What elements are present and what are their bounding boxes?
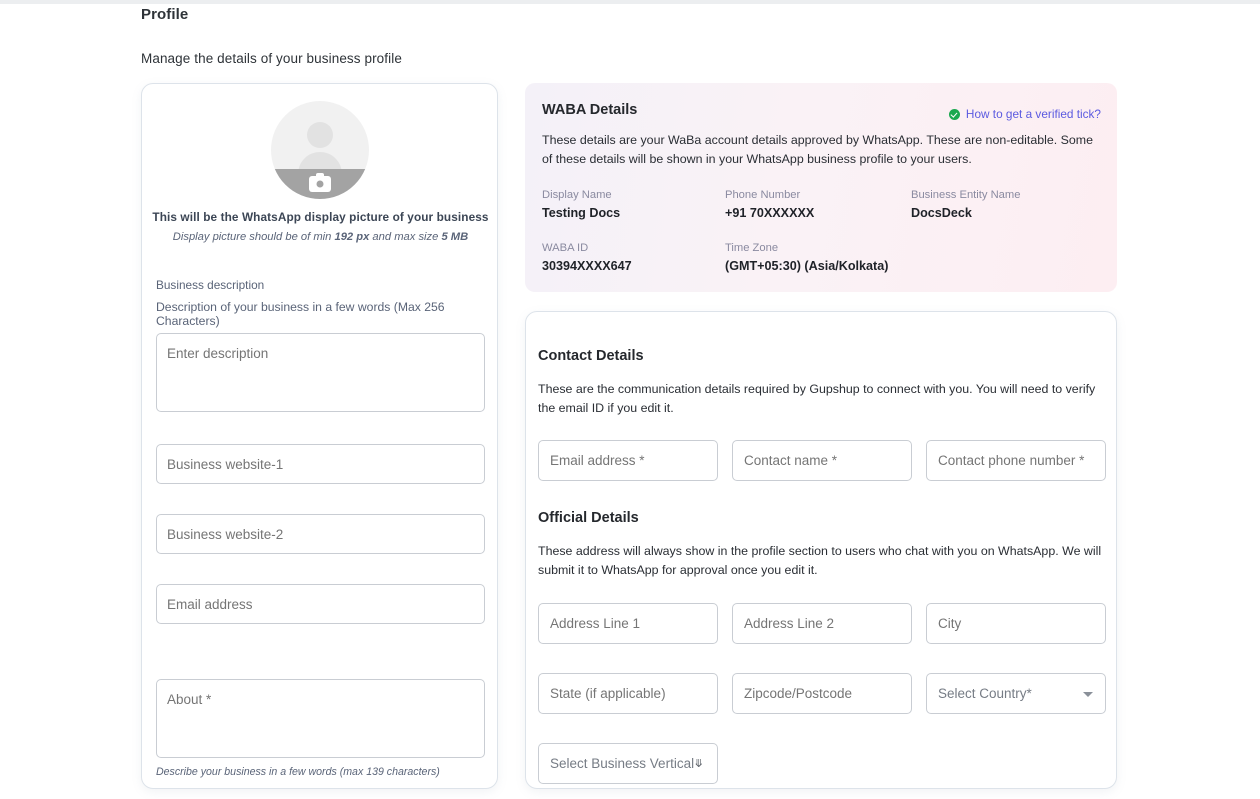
waba-details-description: These details are your WaBa account deta… (542, 133, 1094, 167)
address-line-1-input[interactable] (538, 603, 718, 644)
waba-details-panel: WABA Details How to get a verified tick?… (525, 83, 1117, 292)
waba-value-time-zone: (GMT+05:30) (Asia/Kolkata) (725, 259, 889, 273)
page-title: Profile (141, 6, 189, 23)
verified-tick-link[interactable]: How to get a verified tick? (948, 107, 1101, 121)
about-hint: Describe your business in a few words (m… (156, 766, 440, 778)
waba-value-display-name: Testing Docs (542, 206, 621, 220)
contact-details-title: Contact Details (538, 348, 644, 364)
state-input[interactable] (538, 673, 718, 714)
about-input[interactable] (156, 679, 485, 758)
business-vertical-select[interactable]: Select Business Vertical⤋ (538, 743, 718, 784)
avatar-upload-overlay[interactable] (270, 169, 369, 199)
business-description-label: Business description (156, 278, 265, 292)
contact-details-description: These are the communication details requ… (538, 382, 1096, 415)
avatar-hint-prefix: Display picture should be of min (172, 231, 335, 243)
waba-label-waba-id: WABA ID (542, 242, 589, 254)
waba-label-phone-number: Phone Number (725, 189, 801, 201)
page-subtitle: Manage the details of your business prof… (141, 51, 402, 66)
avatar-caption: This will be the WhatsApp display pictur… (152, 210, 489, 224)
profile-page: Profile Manage the details of your busin… (0, 0, 1260, 799)
business-website-1-input[interactable] (156, 444, 485, 484)
top-strip (0, 0, 1260, 4)
camera-icon (308, 173, 331, 192)
waba-field-business-entity-name: Business Entity Name DocsDeck (911, 189, 1020, 220)
avatar[interactable] (270, 101, 369, 199)
waba-value-phone-number: +91 70XXXXXX (725, 206, 815, 220)
avatar-hint-min: 192 px (334, 231, 370, 243)
green-check-badge-icon (948, 108, 960, 120)
address-line-2-input[interactable] (732, 603, 912, 644)
zipcode-input[interactable] (732, 673, 912, 714)
business-vertical-select-value: Select Business Vertical (550, 756, 695, 771)
business-description-sublabel: Description of your business in a few wo… (156, 300, 445, 328)
avatar-hint-max: 5 MB (441, 231, 469, 243)
contact-name-input[interactable] (732, 440, 912, 481)
business-email-input[interactable] (156, 584, 485, 624)
chevron-down-icon: ⤋ (694, 758, 704, 770)
contact-email-input[interactable] (538, 440, 718, 481)
waba-details-title: WABA Details (542, 102, 638, 118)
city-input[interactable] (926, 603, 1106, 644)
waba-label-business-entity-name: Business Entity Name (911, 189, 1021, 201)
country-select[interactable]: Select Country* (926, 673, 1106, 714)
person-avatar-icon (306, 122, 333, 148)
official-details-title: Official Details (538, 510, 639, 526)
waba-label-display-name: Display Name (542, 189, 612, 201)
waba-field-time-zone: Time Zone (GMT+05:30) (Asia/Kolkata) (725, 242, 888, 273)
avatar-upload[interactable] (270, 101, 369, 199)
contact-phone-number-input[interactable] (926, 440, 1106, 481)
avatar-size-hint: Display picture should be of min 192 px … (142, 231, 497, 243)
waba-label-time-zone: Time Zone (725, 242, 779, 254)
waba-value-waba-id: 30394XXXX647 (542, 259, 632, 273)
waba-field-display-name: Display Name Testing Docs (542, 189, 620, 220)
details-card: Contact Details These are the communicat… (525, 311, 1117, 789)
verified-tick-link-label: How to get a verified tick? (965, 107, 1101, 121)
avatar-hint-mid: and max size (369, 231, 442, 243)
business-description-input[interactable] (156, 333, 485, 412)
business-website-2-input[interactable] (156, 514, 485, 554)
waba-field-phone-number: Phone Number +91 70XXXXXX (725, 189, 814, 220)
chevron-down-icon (1083, 692, 1093, 697)
waba-field-waba-id: WABA ID 30394XXXX647 (542, 242, 632, 273)
profile-picture-card: This will be the WhatsApp display pictur… (141, 83, 498, 789)
official-details-description: These address will always show in the pr… (538, 544, 1102, 577)
waba-value-business-entity-name: DocsDeck (911, 206, 972, 220)
country-select-value: Select Country* (938, 686, 1032, 701)
